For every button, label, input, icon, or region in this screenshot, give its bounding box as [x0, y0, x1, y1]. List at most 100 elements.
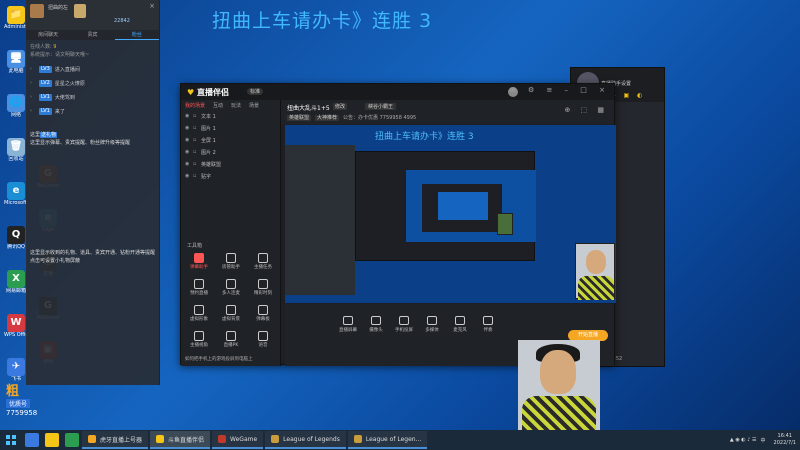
chat-message[interactable]: › LV3 进入直播间 — [30, 62, 155, 76]
scene-item[interactable]: ◉ ▫ 全屏 1 — [181, 134, 280, 146]
lock-icon[interactable]: ▫ — [193, 149, 201, 155]
pinned-app-icon[interactable] — [65, 433, 79, 447]
toolbox-item[interactable]: 直播PK — [215, 328, 247, 354]
gift-icon[interactable] — [74, 4, 86, 18]
broadcast-control[interactable]: 手机投屏 — [391, 316, 417, 333]
eye-icon[interactable]: ◉ — [185, 125, 193, 131]
start-button[interactable] — [0, 430, 22, 450]
toolbox-item[interactable]: 主播任务 — [247, 250, 279, 276]
toolbox-item[interactable]: 多人连麦 — [215, 276, 247, 302]
eye-icon[interactable]: ◉ — [185, 173, 193, 179]
scene-item[interactable]: ◉ ▫ 英雄联盟 — [181, 158, 280, 170]
broadcast-control[interactable]: 多媒体 — [419, 316, 445, 333]
toolbox-item[interactable]: 弹幕助手 — [183, 250, 215, 276]
scene-item[interactable]: ◉ ▫ 图片 2 — [181, 146, 280, 158]
avatar[interactable] — [30, 4, 44, 18]
chat-message[interactable]: › LV1 大佬驾到 — [30, 90, 155, 104]
chat-message[interactable]: › LV1 来了 — [30, 104, 155, 118]
control-label: 直播屏幕 — [339, 328, 357, 333]
taskbar-app[interactable]: 斗鱼直播伴侣 — [150, 431, 211, 449]
input-method[interactable]: 中 — [761, 437, 766, 444]
desktop-icon[interactable]: eMicrosoft Edge — [4, 182, 28, 214]
taskbar-app[interactable]: League of Legends — [265, 431, 346, 449]
scene-label: 文本 1 — [201, 113, 216, 120]
desktop-icon[interactable]: Q 腾讯QQ — [4, 226, 28, 258]
toolbar-icons[interactable]: ▶ ▣ ◐ — [611, 92, 645, 99]
broadcast-control[interactable]: 麦克风 — [447, 316, 473, 333]
stream-overlay-title: 扭曲上车请办卡》连胜 3 — [212, 10, 433, 32]
scene-tab[interactable]: 场景 — [245, 100, 263, 110]
taskbar-app[interactable]: WeGame — [212, 431, 264, 449]
broadcast-control[interactable]: 摄像头 — [363, 316, 389, 333]
cast-hint-link[interactable]: 如何把手机上的游戏投屏到电脑上 — [185, 356, 253, 362]
stream-title[interactable]: 扭曲大乱斗1+5 — [287, 103, 330, 112]
scene-item[interactable]: ◉ ▫ 图片 1 — [181, 122, 280, 134]
recommend-tag[interactable]: 大神推荐 — [315, 115, 340, 121]
desktop-icon[interactable]: 🗑 回收站 — [4, 138, 28, 170]
control-icon — [343, 316, 353, 325]
nested-preview — [406, 170, 536, 242]
stream-preview[interactable]: 扭曲上车请办卡》连胜 3 — [285, 125, 616, 303]
scene-tab[interactable]: 互动 — [209, 100, 227, 110]
lock-icon[interactable]: ▫ — [193, 113, 201, 119]
tab-room-chat[interactable]: 房间聊天 — [26, 30, 70, 40]
chevron-right-icon: › — [30, 66, 32, 72]
toolbox-item[interactable]: 主播视角 — [183, 328, 215, 354]
desktop-icon[interactable]: 🌐 网络 — [4, 94, 28, 126]
broadcast-control[interactable]: 伴奏 — [475, 316, 501, 333]
lock-icon[interactable]: ▫ — [193, 125, 201, 131]
taskbar-app-label: WeGame — [230, 435, 258, 443]
toolbox-item[interactable]: 语音 — [247, 328, 279, 354]
chat-message[interactable]: › LV2 星星之火燎原 — [30, 76, 155, 90]
toolbox-item[interactable]: 弹幕板 — [247, 302, 279, 328]
tab-fans[interactable]: 粉丝 — [114, 30, 159, 40]
lock-icon[interactable]: ▫ — [193, 137, 201, 143]
category-tag[interactable]: 英雄联盟 — [287, 115, 312, 121]
broadcast-control[interactable]: 直播屏幕 — [335, 316, 361, 333]
chat-note-highlight: 送礼物 — [40, 132, 58, 138]
taskbar-app-label: League of Legen... — [365, 435, 422, 443]
app-name: 直播伴侣 — [196, 88, 229, 97]
desktop-icon[interactable]: WWPS Office — [4, 314, 28, 346]
clock[interactable]: 16:41 2022/7/1 — [774, 433, 796, 447]
tool-icon — [226, 305, 236, 315]
scene-item[interactable]: ◉ ▫ 文本 1 — [181, 110, 280, 122]
tool-icon — [194, 253, 204, 263]
toolbox-item[interactable]: 虚拟背景 — [215, 302, 247, 328]
taskbar-app[interactable]: 虎牙直播上号器 — [82, 431, 149, 449]
app-icon: Q — [7, 226, 25, 244]
scene-tab[interactable]: 我的场景 — [181, 100, 209, 110]
gift-note-hint[interactable]: 点击可设置小礼物屏蔽 — [30, 257, 155, 265]
edit-title-button[interactable]: 修改 — [333, 103, 348, 110]
lock-icon[interactable]: ▫ — [193, 161, 201, 167]
desktop-icon-label: 此电脑 — [8, 68, 24, 74]
toolbox-item[interactable]: 房管助手 — [215, 250, 247, 276]
chevron-right-icon: › — [30, 108, 32, 114]
eye-icon[interactable]: ◉ — [185, 149, 193, 155]
eye-icon[interactable]: ◉ — [185, 137, 193, 143]
lock-icon[interactable]: ▫ — [193, 173, 201, 179]
toolbox-item[interactable]: 精彩时刻 — [247, 276, 279, 302]
close-icon[interactable]: × — [149, 2, 155, 10]
taskbar-app[interactable]: League of Legen... — [347, 431, 428, 449]
scene-tab[interactable]: 玩法 — [227, 100, 245, 110]
tab-vip[interactable]: 贵宾 — [70, 30, 114, 40]
version-badge[interactable]: 标准 — [247, 88, 264, 95]
tool-label: 虚拟形象 — [190, 317, 208, 322]
eye-icon[interactable]: ◉ — [185, 113, 193, 119]
tool-icon — [258, 279, 268, 289]
taskbar: 虎牙直播上号器 斗鱼直播伴侣 WeGame League of Legends Leag… — [0, 430, 800, 450]
pinned-browser-icon[interactable] — [25, 433, 39, 447]
toolbox-item[interactable]: 预约直播 — [183, 276, 215, 302]
nested-preview-window — [422, 184, 502, 232]
scene-item[interactable]: ◉ ▫ 贴字 — [181, 170, 280, 182]
desktop-icon[interactable]: 📁Administrator — [4, 6, 28, 38]
eye-icon[interactable]: ◉ — [185, 161, 193, 167]
desktop-icon[interactable]: X 网易邮箱 — [4, 270, 28, 302]
toolbox-item[interactable]: 虚拟形象 — [183, 302, 215, 328]
pinned-folder-icon[interactable] — [45, 433, 59, 447]
tray-icons[interactable]: ▲ ◉ ◐ ♪ ☰ — [730, 437, 757, 443]
desktop-icon[interactable]: 🖥 此电脑 — [4, 50, 28, 82]
info-bar-icons[interactable]: ⊕ ⬚ ▦ — [564, 106, 608, 114]
window-controls[interactable]: ✉ ⚙ ≡ – □ × — [510, 86, 610, 94]
